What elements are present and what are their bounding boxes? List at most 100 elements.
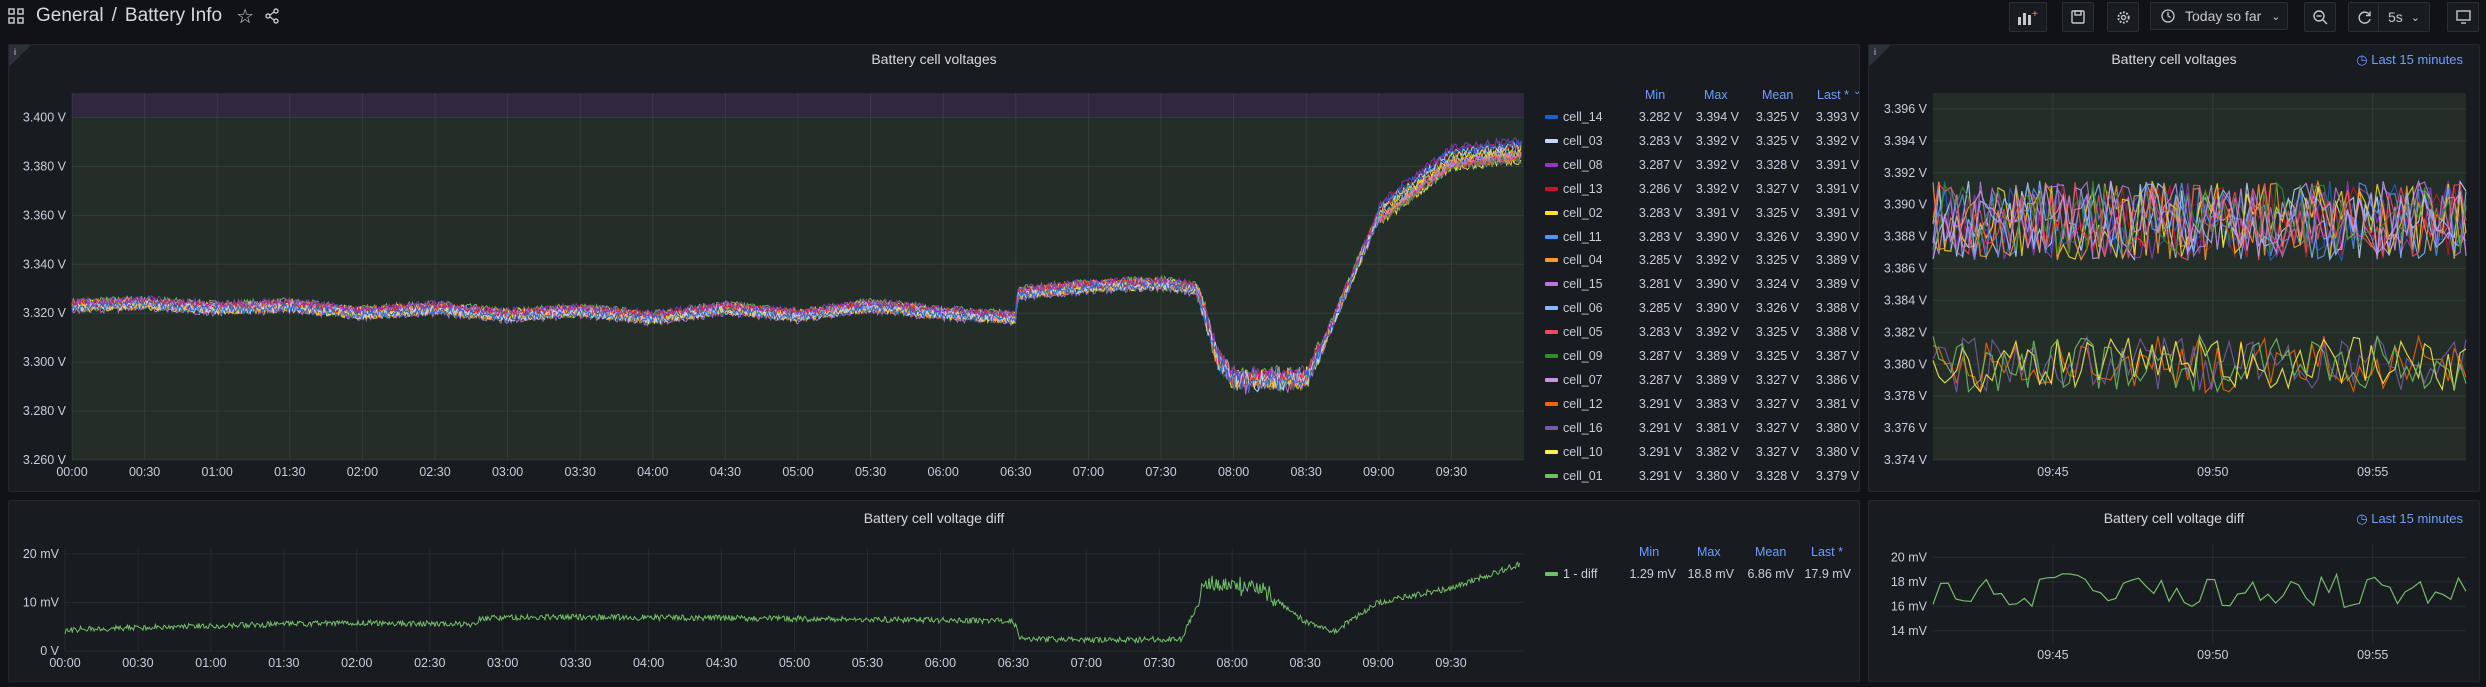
legend-item-cell_03[interactable]: cell_03 3.283 V 3.392 V 3.325 V 3.392 V [1539, 134, 1869, 149]
legend-item-cell_11[interactable]: cell_11 3.283 V 3.390 V 3.326 V 3.390 V [1539, 230, 1869, 245]
dashboard-title[interactable]: Battery Info [125, 5, 222, 27]
y-tick-label: 3.280 V [23, 404, 67, 418]
y-tick-label: 16 mV [1891, 599, 1928, 613]
series-mean: 3.327 V [1755, 372, 1799, 387]
series-max: 3.381 V [1695, 420, 1739, 435]
series-min: 1.29 mV [1629, 567, 1676, 581]
legend-item-cell_13[interactable]: cell_13 3.286 V 3.392 V 3.327 V 3.391 V [1539, 182, 1869, 197]
series-min: 3.283 V [1638, 205, 1682, 220]
series-name: cell_15 [1563, 277, 1603, 292]
series-min: 3.283 V [1638, 325, 1682, 340]
cell-voltages-15m-chart[interactable]: 3.374 V 3.376 V 3.378 V 3.380 V 3.382 V 3.384… [1869, 45, 2479, 485]
legend-item-cell_09[interactable]: cell_09 3.287 V 3.389 V 3.325 V 3.387 V [1539, 349, 1869, 364]
time-picker[interactable]: Today so far ⌄ [2150, 2, 2288, 30]
series-name: cell_04 [1563, 253, 1603, 268]
apps-grid-icon[interactable] [8, 8, 24, 24]
legend-item-cell_12[interactable]: cell_12 3.291 V 3.383 V 3.327 V 3.381 V [1539, 397, 1869, 412]
legend-item-cell_02[interactable]: cell_02 3.283 V 3.391 V 3.325 V 3.391 V [1539, 206, 1869, 221]
legend-item-cell_06[interactable]: cell_06 3.285 V 3.390 V 3.326 V 3.388 V [1539, 301, 1869, 316]
save-dashboard-button[interactable] [2062, 2, 2094, 32]
y-tick-label: 20 mV [23, 547, 60, 561]
legend-header-min[interactable]: Min [1645, 88, 1665, 102]
x-tick-label: 09:50 [2197, 465, 2228, 479]
x-tick-label: 01:30 [268, 656, 299, 670]
series-name: cell_06 [1563, 301, 1603, 316]
series-name: cell_08 [1563, 157, 1603, 172]
legend-item-diff[interactable]: 1 - diff 1.29 mV 18.8 mV 6.86 mV 17.9 mV [1539, 567, 1869, 582]
x-tick-label: 08:30 [1290, 656, 1321, 670]
panel-voltage-diff-15m[interactable]: Battery cell voltage diff ◷ Last 15 minu… [1868, 500, 2480, 682]
series-max: 3.391 V [1695, 205, 1739, 220]
legend-header-max[interactable]: Max [1697, 545, 1721, 559]
legend-item-cell_08[interactable]: cell_08 3.287 V 3.392 V 3.328 V 3.391 V [1539, 158, 1869, 173]
chevron-down-icon: ⌄ [2410, 11, 2420, 24]
legend-item-cell_16[interactable]: cell_16 3.291 V 3.381 V 3.327 V 3.380 V [1539, 421, 1869, 436]
series-min: 3.285 V [1638, 253, 1682, 268]
y-tick-label: 3.388 V [1884, 230, 1928, 244]
series-mean: 3.325 V [1755, 110, 1799, 124]
x-tick-label: 07:30 [1145, 465, 1176, 479]
star-icon[interactable]: ☆ [236, 4, 254, 29]
cell-voltages-chart[interactable]: 3.260 V3.280 V3.300 V3.320 V3.340 V3.360… [9, 45, 1539, 485]
breadcrumb-folder[interactable]: General [36, 5, 104, 27]
series-max: 3.392 V [1695, 157, 1739, 172]
legend-item-cell_05[interactable]: cell_05 3.283 V 3.392 V 3.325 V 3.388 V [1539, 325, 1869, 340]
y-tick-label: 3.320 V [23, 306, 67, 320]
series-max: 3.394 V [1695, 110, 1739, 124]
add-panel-button[interactable]: + [2009, 2, 2047, 32]
legend-item-cell_04[interactable]: cell_04 3.285 V 3.392 V 3.325 V 3.389 V [1539, 253, 1869, 268]
legend-header-min[interactable]: Min [1639, 545, 1659, 559]
x-tick-label: 04:00 [633, 656, 664, 670]
save-icon [2071, 10, 2085, 24]
legend-item-cell_14[interactable]: cell_14 3.282 V 3.394 V 3.325 V 3.393 V [1539, 110, 1869, 125]
series-max: 3.389 V [1695, 349, 1739, 363]
zoom-out-button[interactable] [2304, 2, 2336, 32]
series-name: cell_14 [1563, 110, 1603, 124]
series-color-swatch [1545, 572, 1558, 576]
y-tick-label: 3.390 V [1884, 198, 1928, 212]
legend-header-mean[interactable]: Mean [1755, 545, 1786, 559]
y-tick-label: 3.380 V [23, 159, 67, 173]
x-tick-label: 00:00 [56, 465, 87, 479]
cell-voltages-legend: Min Max Mean Last * ⌄ cell_14 3.282 V 3.39… [1539, 86, 1861, 488]
series-mean: 6.86 mV [1747, 567, 1794, 581]
legend-header-last[interactable]: Last * [1811, 545, 1843, 559]
voltage-diff-chart[interactable]: 0 V10 mV20 mV00:00 00:30 01:00 01:30 02:00 02… [9, 501, 1539, 681]
y-tick-label: 3.394 V [1884, 134, 1928, 148]
y-tick-label: 18 mV [1891, 575, 1928, 589]
x-tick-label: 02:30 [419, 465, 450, 479]
series-mean: 3.326 V [1755, 301, 1799, 316]
series-line-diff [1932, 572, 2467, 609]
tv-mode-button[interactable] [2447, 2, 2479, 32]
legend-item-cell_07[interactable]: cell_07 3.287 V 3.389 V 3.327 V 3.386 V [1539, 373, 1869, 388]
legend-header-mean[interactable]: Mean [1762, 88, 1793, 102]
breadcrumb: General / Battery Info ☆ [8, 2, 280, 30]
series-color-swatch [1545, 138, 1558, 143]
series-max: 3.382 V [1695, 444, 1739, 459]
panel-cell-voltages[interactable]: i Battery cell voltages 3.260 V 3.280 V 3.… [8, 44, 1861, 492]
legend-header-max[interactable]: Max [1704, 88, 1728, 102]
x-tick-label: 09:30 [1436, 465, 1467, 479]
dashboard-settings-button[interactable] [2107, 2, 2139, 32]
series-last: 3.381 V [1815, 396, 1859, 411]
x-tick-label: 06:30 [1000, 465, 1031, 479]
refresh-interval-picker[interactable]: 5s ⌄ [2378, 2, 2430, 32]
voltage-diff-15m-chart[interactable]: 14 mV 16 mV 18 mV 20 mV 09:45 09:50 09:55 [1869, 501, 2479, 681]
refresh-icon [2358, 10, 2371, 24]
legend-header-last[interactable]: Last * [1817, 88, 1849, 102]
legend-item-cell_15[interactable]: cell_15 3.281 V 3.390 V 3.324 V 3.389 V [1539, 277, 1869, 292]
voltage-diff-legend: Min Max Mean Last * 1 - diff 1.29 mV 18.8 … [1539, 545, 1859, 605]
monitor-icon [2455, 10, 2471, 24]
series-mean: 3.327 V [1755, 444, 1799, 459]
legend-item-cell_01[interactable]: cell_01 3.291 V 3.380 V 3.328 V 3.379 V [1539, 469, 1869, 484]
legend-item-cell_10[interactable]: cell_10 3.291 V 3.382 V 3.327 V 3.380 V [1539, 445, 1869, 460]
y-tick-label: 20 mV [1891, 550, 1928, 564]
series-max: 3.380 V [1695, 468, 1739, 483]
series-last: 3.388 V [1815, 325, 1859, 340]
gear-icon [2116, 10, 2130, 24]
x-tick-label: 02:00 [341, 656, 372, 670]
panel-voltage-diff[interactable]: Battery cell voltage diff 0 V 10 mV 20 mV 0… [8, 500, 1860, 682]
share-icon[interactable] [264, 8, 280, 24]
refresh-button[interactable] [2348, 2, 2380, 32]
panel-cell-voltages-15m[interactable]: i Battery cell voltages ◷ Last 15 minute… [1868, 44, 2480, 492]
